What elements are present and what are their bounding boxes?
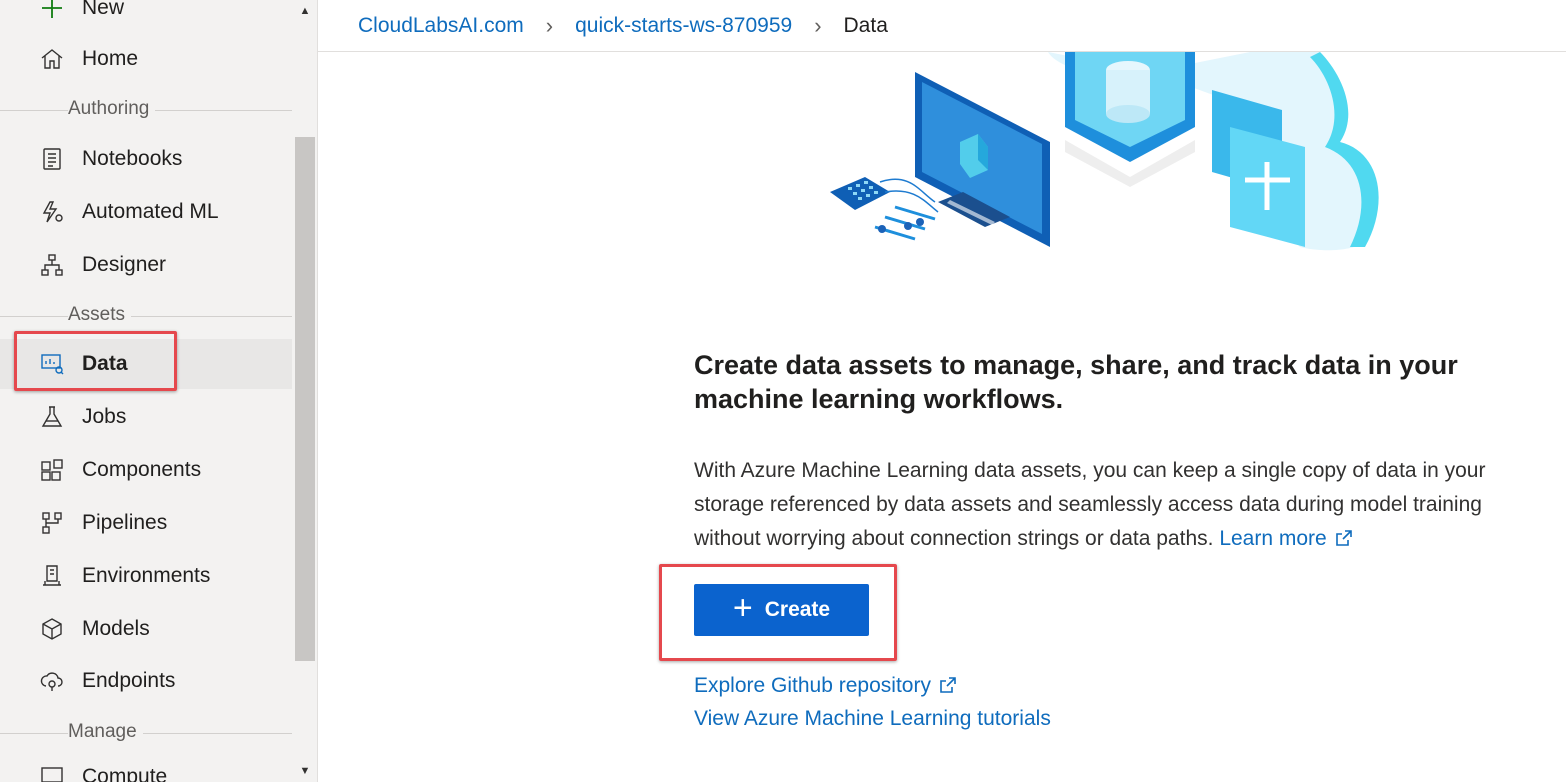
sidebar-item-home[interactable]: Home: [0, 34, 292, 84]
breadcrumb-current: Data: [843, 13, 888, 37]
section-label: Authoring: [68, 98, 156, 120]
left-navigation: New Home Authoring Notebooks Automated M…: [0, 0, 294, 782]
sidebar-item-label: Designer: [82, 253, 167, 276]
cube-icon: [38, 615, 66, 643]
page-heading: Create data assets to manage, share, and…: [694, 350, 1458, 414]
section-divider: [0, 316, 292, 317]
sidebar-item-label: Environments: [82, 564, 211, 587]
sidebar-item-endpoints[interactable]: Endpoints: [0, 656, 292, 706]
sidebar-item-pipelines[interactable]: Pipelines: [0, 498, 292, 548]
environments-icon: [38, 562, 66, 590]
external-link-icon: [1335, 524, 1353, 546]
sidebar-item-label: New: [82, 0, 125, 19]
sidebar-item-notebooks[interactable]: Notebooks: [0, 134, 292, 184]
section-assets: Assets: [0, 304, 292, 334]
plus-icon: [38, 0, 66, 22]
tutorials-link[interactable]: View Azure Machine Learning tutorials: [694, 707, 1051, 731]
breadcrumb-root-link[interactable]: CloudLabsAI.com: [358, 14, 524, 38]
learn-more-link[interactable]: Learn more: [1219, 527, 1352, 550]
breadcrumb: CloudLabsAI.com › quick-starts-ws-870959…: [318, 0, 1566, 52]
page-description: With Azure Machine Learning data assets,…: [694, 454, 1534, 556]
create-highlight-box: [659, 564, 897, 661]
breadcrumb-workspace-link[interactable]: quick-starts-ws-870959: [575, 14, 792, 38]
chevron-right-icon: ›: [814, 12, 822, 38]
section-manage: Manage: [0, 721, 292, 751]
home-icon: [38, 45, 66, 73]
notebook-icon: [38, 145, 66, 173]
explore-github-label: Explore Github repository: [694, 674, 931, 697]
sidebar-item-designer[interactable]: Designer: [0, 240, 292, 290]
sidebar-item-models[interactable]: Models: [0, 604, 292, 654]
sidebar-item-compute[interactable]: Compute: [0, 752, 292, 782]
components-icon: [38, 456, 66, 484]
sidebar-item-label: Automated ML: [82, 200, 219, 223]
sidebar-item-label: Home: [82, 47, 139, 70]
section-divider: [0, 733, 292, 734]
sidebar-item-label: Compute: [82, 765, 168, 782]
pipelines-icon: [38, 509, 66, 537]
sidebar-item-automated-ml[interactable]: Automated ML: [0, 187, 292, 237]
description-text: With Azure Machine Learning data assets,…: [694, 459, 1486, 550]
scroll-up-arrow-icon[interactable]: ▲: [294, 0, 316, 22]
scroll-thumb[interactable]: [295, 137, 315, 661]
sidebar-item-label: Pipelines: [82, 511, 168, 534]
data-illustration: [820, 52, 1390, 262]
explore-github-link[interactable]: Explore Github repository: [694, 674, 957, 698]
external-link-icon: [939, 676, 957, 694]
sidebar-item-label: Components: [82, 458, 202, 481]
sidebar-item-new[interactable]: New: [0, 0, 292, 33]
sidebar-item-environments[interactable]: Environments: [0, 551, 292, 601]
section-authoring: Authoring: [0, 98, 292, 128]
section-label: Assets: [68, 304, 132, 326]
flask-icon: [38, 403, 66, 431]
sidebar-item-label: Models: [82, 617, 150, 640]
sidebar-item-label: Jobs: [82, 405, 127, 428]
sidebar-item-jobs[interactable]: Jobs: [0, 392, 292, 442]
chevron-right-icon: ›: [545, 12, 554, 38]
data-highlight-box: [14, 331, 177, 391]
sidebar-scrollbar[interactable]: ▲ ▼: [294, 0, 318, 782]
sidebar-item-label: Notebooks: [82, 147, 183, 170]
designer-icon: [38, 251, 66, 279]
automated-ml-icon: [38, 198, 66, 226]
section-label: Manage: [68, 721, 143, 743]
sidebar-item-components[interactable]: Components: [0, 445, 292, 495]
learn-more-label: Learn more: [1219, 527, 1327, 550]
endpoints-icon: [38, 667, 66, 695]
scroll-down-arrow-icon[interactable]: ▼: [294, 760, 316, 782]
compute-icon: [38, 763, 66, 782]
sidebar-item-label: Endpoints: [82, 669, 176, 692]
